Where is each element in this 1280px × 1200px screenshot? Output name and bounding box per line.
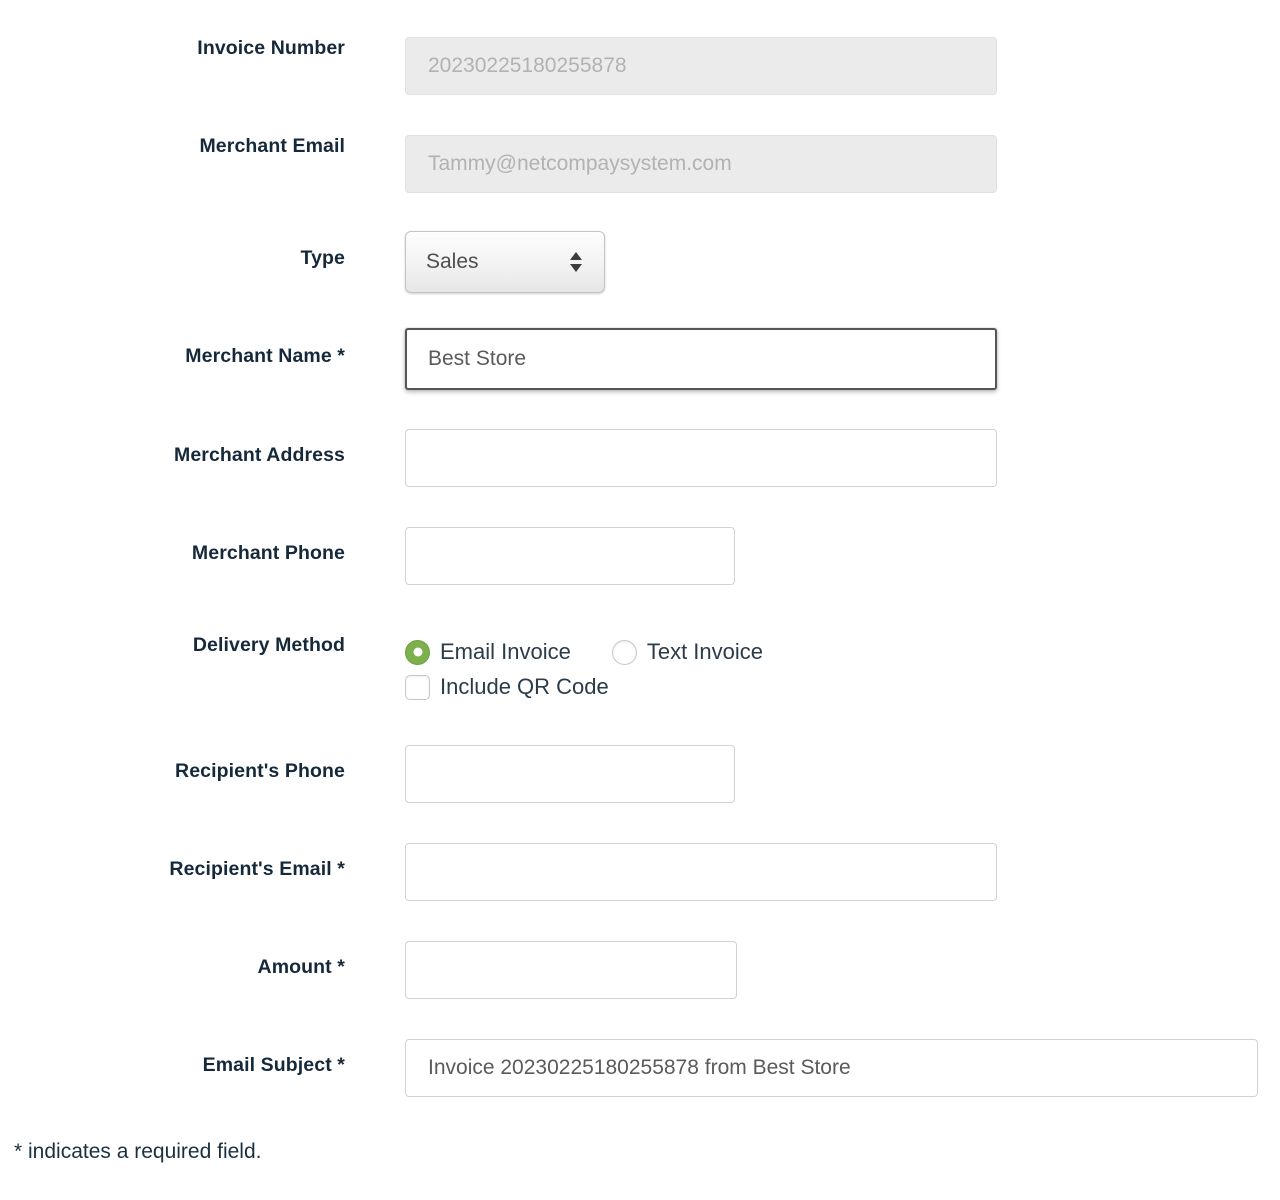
select-type[interactable]: Sales — [405, 231, 605, 293]
select-type-value: Sales — [426, 250, 479, 273]
label-type: Type — [300, 247, 345, 269]
required-field-note: * indicates a required field. — [14, 1140, 262, 1163]
control-recipients-phone — [405, 745, 735, 803]
radio-text-invoice[interactable]: Text Invoice — [611, 639, 764, 665]
control-email-subject: Invoice 20230225180255878 from Best Stor… — [405, 1039, 1258, 1097]
input-recipients-email[interactable] — [405, 843, 997, 901]
delivery-method-checkbox-line: Include QR Code — [405, 674, 763, 700]
field-row-invoice-number: Invoice Number 20230225180255878 — [0, 37, 1280, 95]
input-merchant-phone[interactable] — [405, 527, 735, 585]
delivery-method-group: Email Invoice Text Invoice Include QR Co… — [405, 634, 763, 700]
label-merchant-name: Merchant Name * — [185, 345, 345, 367]
radio-email-invoice-icon[interactable] — [405, 639, 430, 665]
field-row-type: Type Sales — [0, 231, 1280, 293]
label-merchant-address: Merchant Address — [173, 444, 345, 466]
control-recipients-email — [405, 843, 997, 901]
input-recipients-phone[interactable] — [405, 745, 735, 803]
input-email-subject[interactable]: Invoice 20230225180255878 from Best Stor… — [405, 1039, 1258, 1097]
field-row-merchant-email: Merchant Email Tammy@netcompaysystem.com — [0, 135, 1280, 193]
checkbox-include-qr-code-label: Include QR Code — [440, 674, 609, 699]
input-merchant-address[interactable] — [405, 429, 997, 487]
control-type: Sales — [405, 231, 605, 293]
field-row-amount: Amount * — [0, 941, 1280, 999]
input-merchant-name[interactable]: Best Store — [405, 328, 997, 390]
chevron-up-icon — [570, 252, 582, 260]
field-row-recipients-email: Recipient's Email * — [0, 843, 1280, 901]
radio-email-invoice[interactable]: Email Invoice — [405, 639, 571, 665]
label-invoice-number: Invoice Number — [197, 37, 345, 59]
control-merchant-phone — [405, 527, 735, 585]
input-amount[interactable] — [405, 941, 737, 999]
control-merchant-email: Tammy@netcompaysystem.com — [405, 135, 997, 193]
field-row-delivery-method: Delivery Method Email Invoice Text Invoi… — [0, 634, 1280, 700]
label-recipients-phone: Recipient's Phone — [175, 760, 345, 782]
field-row-recipients-phone: Recipient's Phone — [0, 745, 1280, 803]
stepper-arrows-icon[interactable] — [570, 252, 582, 272]
control-merchant-name: Best Store — [405, 328, 997, 390]
input-invoice-number: 20230225180255878 — [405, 37, 997, 95]
field-row-merchant-address: Merchant Address — [0, 429, 1280, 487]
label-merchant-phone: Merchant Phone — [191, 542, 345, 564]
radio-text-invoice-label: Text Invoice — [646, 639, 764, 664]
input-merchant-email: Tammy@netcompaysystem.com — [405, 135, 997, 193]
radio-text-invoice-icon[interactable] — [611, 639, 637, 665]
invoice-form: Invoice Number 20230225180255878 Merchan… — [0, 0, 1280, 1200]
field-row-email-subject: Email Subject * Invoice 2023022518025587… — [0, 1039, 1280, 1097]
label-recipients-email: Recipient's Email * — [169, 858, 345, 880]
chevron-down-icon — [570, 264, 582, 272]
control-amount — [405, 941, 737, 999]
checkbox-include-qr-code[interactable]: Include QR Code — [405, 674, 609, 700]
radio-email-invoice-label: Email Invoice — [440, 639, 571, 664]
field-row-merchant-phone: Merchant Phone — [0, 527, 1280, 585]
control-merchant-address — [405, 429, 997, 487]
delivery-method-radios: Email Invoice Text Invoice — [405, 639, 763, 665]
control-invoice-number: 20230225180255878 — [405, 37, 997, 95]
label-email-subject: Email Subject * — [202, 1054, 345, 1076]
field-row-merchant-name: Merchant Name * Best Store — [0, 328, 1280, 390]
control-delivery-method: Email Invoice Text Invoice Include QR Co… — [405, 634, 763, 700]
label-merchant-email: Merchant Email — [199, 135, 345, 157]
label-amount: Amount * — [257, 956, 345, 978]
checkbox-include-qr-code-icon[interactable] — [405, 674, 430, 700]
label-delivery-method: Delivery Method — [192, 634, 345, 656]
